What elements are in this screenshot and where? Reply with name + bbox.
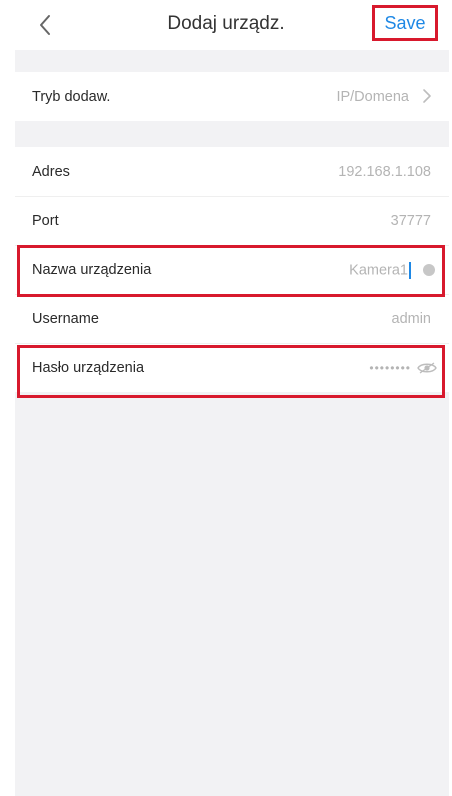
tryb-dodawania-label: Tryb dodaw. (32, 88, 111, 105)
nazwa-urzadzenia-row[interactable]: Nazwa urządzenia Kamera1 (15, 245, 449, 294)
haslo-urzadzenia-input[interactable]: •••••••• (369, 361, 411, 375)
username-input[interactable]: admin (392, 311, 432, 327)
nazwa-urzadzenia-label: Nazwa urządzenia (32, 262, 152, 278)
adres-label: Adres (32, 163, 70, 180)
port-input[interactable]: 37777 (391, 213, 431, 229)
nazwa-urzadzenia-input[interactable]: Kamera1 (349, 261, 411, 279)
nazwa-urzadzenia-text: Kamera1 (349, 261, 408, 278)
username-row[interactable]: Username admin (15, 294, 449, 343)
chevron-right-icon (423, 89, 431, 103)
clear-icon[interactable] (423, 264, 435, 276)
adres-input[interactable]: 192.168.1.108 (338, 164, 431, 180)
haslo-urzadzenia-row[interactable]: Hasło urządzenia •••••••• (15, 343, 449, 392)
form-container: Tryb dodaw. IP/Domena Adres 192.168.1.10… (15, 50, 449, 796)
eye-icon[interactable] (417, 361, 437, 375)
adres-row[interactable]: Adres 192.168.1.108 (15, 147, 449, 196)
port-label: Port (32, 213, 59, 229)
tryb-dodawania-row[interactable]: Tryb dodaw. IP/Domena (15, 72, 449, 121)
port-row[interactable]: Port 37777 (15, 196, 449, 245)
haslo-urzadzenia-label: Hasło urządzenia (32, 360, 145, 376)
header-bar: Dodaj urządz. Save (0, 0, 452, 50)
username-label: Username (32, 311, 99, 327)
save-button[interactable]: Save (372, 5, 438, 41)
text-cursor (409, 261, 411, 279)
tryb-dodawania-value: IP/Domena (336, 88, 409, 105)
